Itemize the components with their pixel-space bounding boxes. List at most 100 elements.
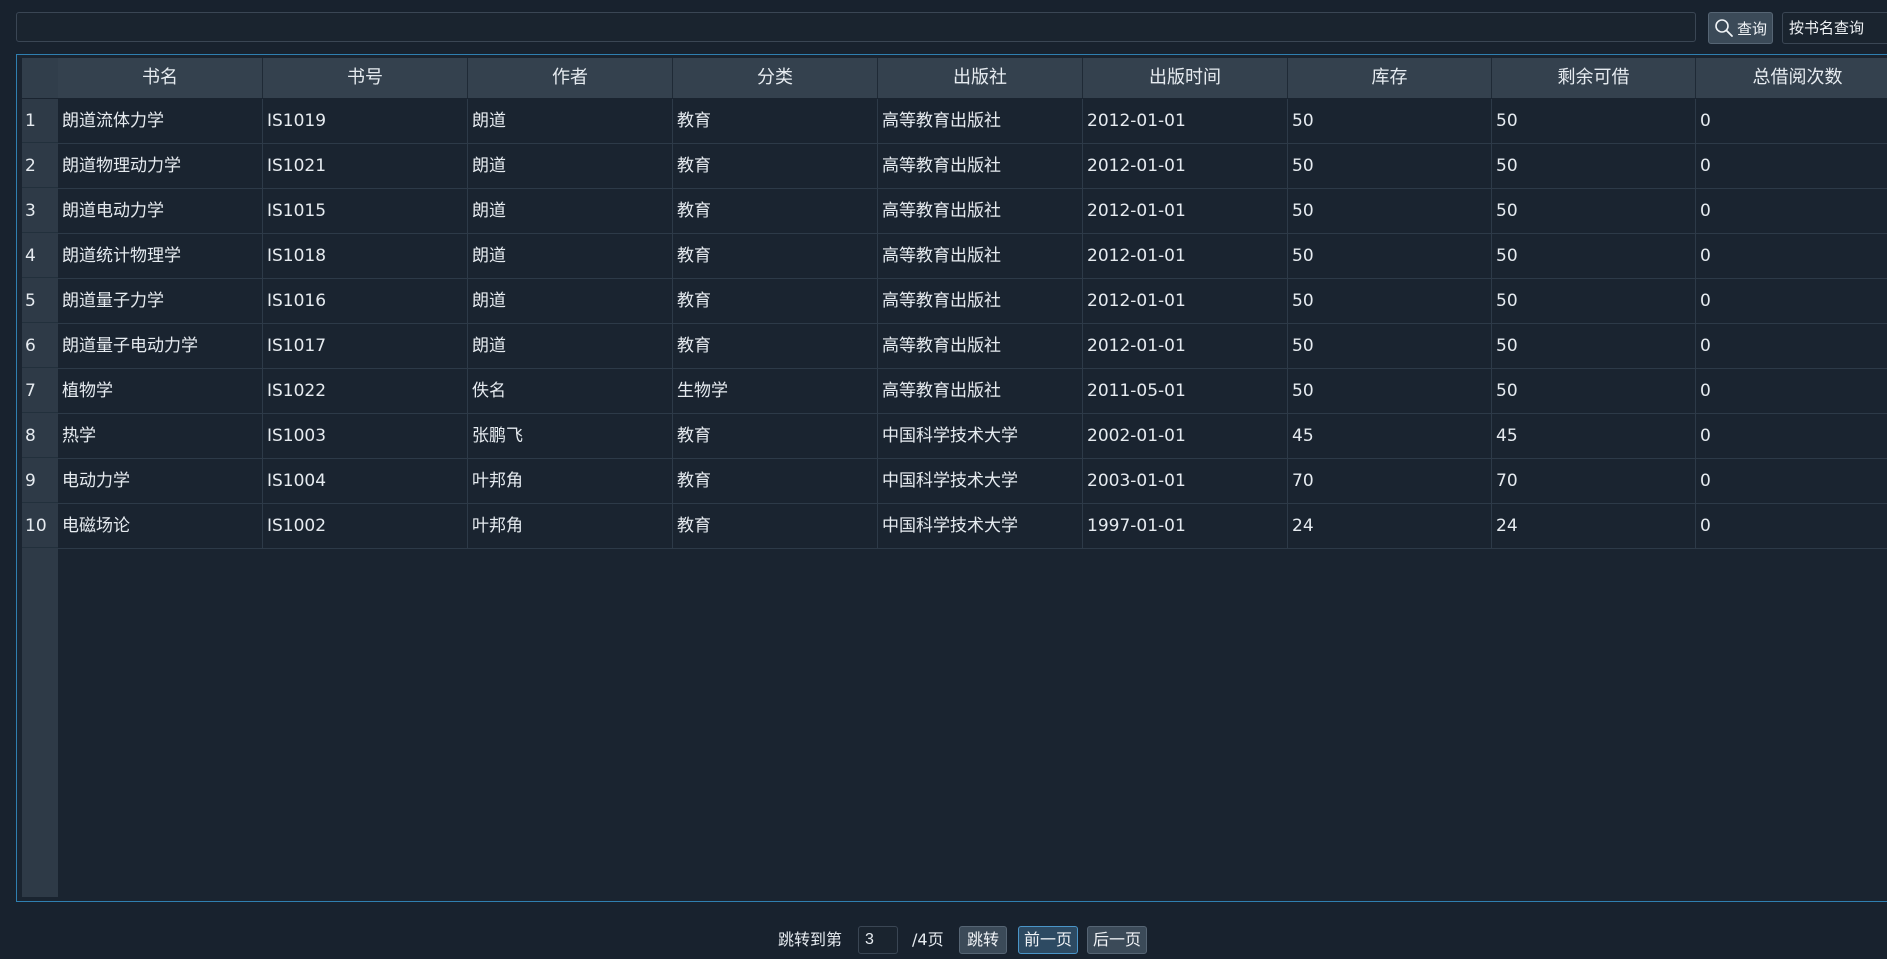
table-cell[interactable]: 教育 [673,279,878,323]
table-cell[interactable]: 朗道量子力学 [58,279,263,323]
table-row[interactable]: 朗道物理动力学 IS1021 朗道 教育 高等教育出版社 2012-01-01 50 50 0 [58,144,1887,189]
table-cell[interactable]: IS1015 [263,189,468,233]
column-header[interactable]: 分类 [673,58,878,98]
table-cell[interactable]: 0 [1696,414,1887,458]
table-cell[interactable]: 朗道 [468,234,673,278]
table-cell[interactable]: IS1022 [263,369,468,413]
table-cell[interactable]: 教育 [673,144,878,188]
row-header[interactable]: 4 [22,234,58,278]
table-cell[interactable]: 0 [1696,369,1887,413]
search-button[interactable]: 查询 [1708,12,1773,44]
prev-page-button[interactable]: 前一页 [1018,926,1078,954]
row-header[interactable]: 1 [22,99,58,143]
jump-button[interactable]: 跳转 [959,926,1007,954]
table-cell[interactable]: 24 [1288,504,1492,548]
column-header[interactable]: 剩余可借 [1492,58,1696,98]
table-cell[interactable]: 0 [1696,99,1887,143]
table-cell[interactable]: 0 [1696,504,1887,548]
table-cell[interactable]: 高等教育出版社 [878,144,1083,188]
column-header[interactable]: 书号 [263,58,468,98]
table-cell[interactable]: 50 [1288,99,1492,143]
row-header[interactable]: 6 [22,324,58,368]
table-cell[interactable]: 教育 [673,414,878,458]
table-cell[interactable]: IS1002 [263,504,468,548]
table-cell[interactable]: 朗道 [468,324,673,368]
table-row[interactable]: 电磁场论 IS1002 叶邦角 教育 中国科学技术大学 1997-01-01 24 24 0 [58,504,1887,549]
table-cell[interactable]: 1997-01-01 [1083,504,1288,548]
table-cell[interactable]: 教育 [673,324,878,368]
next-page-button[interactable]: 后一页 [1087,926,1147,954]
table-cell[interactable]: 高等教育出版社 [878,324,1083,368]
table-cell[interactable]: 2012-01-01 [1083,324,1288,368]
table-cell[interactable]: 2012-01-01 [1083,189,1288,233]
table-cell[interactable]: 教育 [673,234,878,278]
table-cell[interactable]: 植物学 [58,369,263,413]
table-cell[interactable]: 2012-01-01 [1083,279,1288,323]
table-row[interactable]: 朗道流体力学 IS1019 朗道 教育 高等教育出版社 2012-01-01 50 50 0 [58,99,1887,144]
table-cell[interactable]: 高等教育出版社 [878,279,1083,323]
table-cell[interactable]: IS1021 [263,144,468,188]
table-cell[interactable]: 张鹏飞 [468,414,673,458]
table-cell[interactable]: 热学 [58,414,263,458]
table-cell[interactable]: IS1018 [263,234,468,278]
table-cell[interactable]: 0 [1696,189,1887,233]
table-row[interactable]: 植物学 IS1022 佚名 生物学 高等教育出版社 2011-05-01 50 50 0 [58,369,1887,414]
column-header[interactable]: 总借阅次数 [1696,58,1887,98]
table-cell[interactable]: 教育 [673,459,878,503]
table-cell[interactable]: 0 [1696,459,1887,503]
table-cell[interactable]: 50 [1492,189,1696,233]
table-cell[interactable]: 生物学 [673,369,878,413]
table-cell[interactable]: IS1004 [263,459,468,503]
table-cell[interactable]: 朗道 [468,189,673,233]
row-header[interactable]: 10 [22,504,58,548]
table-cell[interactable]: 中国科学技术大学 [878,504,1083,548]
table-cell[interactable]: 朗道统计物理学 [58,234,263,278]
table-cell[interactable]: 2002-01-01 [1083,414,1288,458]
table-row[interactable]: 朗道量子电动力学 IS1017 朗道 教育 高等教育出版社 2012-01-01 50 50 0 [58,324,1887,369]
table-cell[interactable]: 50 [1288,234,1492,278]
table-cell[interactable]: 0 [1696,144,1887,188]
table-cell[interactable]: 高等教育出版社 [878,99,1083,143]
table-row[interactable]: 朗道量子力学 IS1016 朗道 教育 高等教育出版社 2012-01-01 50 50 0 [58,279,1887,324]
table-cell[interactable]: 50 [1288,144,1492,188]
table-cell[interactable]: 50 [1492,144,1696,188]
column-header[interactable]: 书名 [58,58,263,98]
table-row[interactable]: 朗道电动力学 IS1015 朗道 教育 高等教育出版社 2012-01-01 50 50 0 [58,189,1887,234]
table-cell[interactable]: 2012-01-01 [1083,144,1288,188]
column-header[interactable]: 出版时间 [1083,58,1288,98]
table-cell[interactable]: 佚名 [468,369,673,413]
table-row[interactable]: 朗道统计物理学 IS1018 朗道 教育 高等教育出版社 2012-01-01 50 50 0 [58,234,1887,279]
table-cell[interactable]: 0 [1696,324,1887,368]
table-cell[interactable]: 45 [1288,414,1492,458]
table-cell[interactable]: 70 [1288,459,1492,503]
table-cell[interactable]: 50 [1492,234,1696,278]
table-cell[interactable]: 50 [1288,189,1492,233]
column-header[interactable]: 库存 [1288,58,1492,98]
table-cell[interactable]: 50 [1492,324,1696,368]
table-cell[interactable]: IS1017 [263,324,468,368]
table-cell[interactable]: 教育 [673,99,878,143]
table-row[interactable]: 热学 IS1003 张鹏飞 教育 中国科学技术大学 2002-01-01 45 45 0 [58,414,1887,459]
column-header[interactable]: 出版社 [878,58,1083,98]
table-cell[interactable]: 朗道 [468,144,673,188]
table-cell[interactable]: 2012-01-01 [1083,234,1288,278]
search-mode-select[interactable]: 按书名查询 [1782,12,1887,44]
table-cell[interactable]: 2012-01-01 [1083,99,1288,143]
table-cell[interactable]: 朗道流体力学 [58,99,263,143]
table-cell[interactable]: 中国科学技术大学 [878,414,1083,458]
table-cell[interactable]: 50 [1492,369,1696,413]
table-cell[interactable]: 朗道 [468,279,673,323]
table-cell[interactable]: 2003-01-01 [1083,459,1288,503]
table-cell[interactable]: 教育 [673,189,878,233]
table-cell[interactable]: 45 [1492,414,1696,458]
table-cell[interactable]: 电磁场论 [58,504,263,548]
table-cell[interactable]: 朗道 [468,99,673,143]
page-number-input[interactable] [858,926,898,954]
table-cell[interactable]: 70 [1492,459,1696,503]
row-header[interactable]: 7 [22,369,58,413]
table-cell[interactable]: 朗道电动力学 [58,189,263,233]
table-cell[interactable]: 50 [1492,99,1696,143]
table-cell[interactable]: 朗道物理动力学 [58,144,263,188]
table-cell[interactable]: IS1019 [263,99,468,143]
table-row[interactable]: 电动力学 IS1004 叶邦角 教育 中国科学技术大学 2003-01-01 70 70 0 [58,459,1887,504]
